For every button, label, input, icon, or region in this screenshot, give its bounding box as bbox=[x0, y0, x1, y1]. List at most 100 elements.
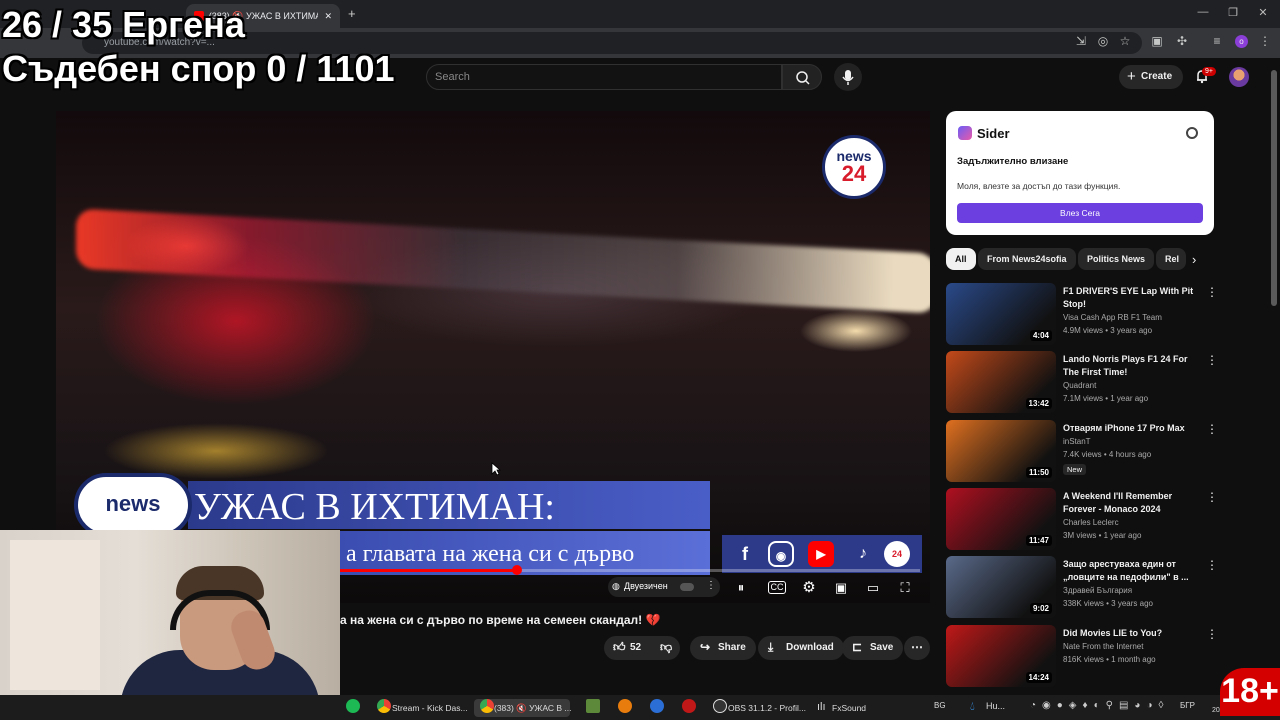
close-window-button[interactable]: ✕ bbox=[1256, 6, 1270, 19]
chip-from-channel[interactable]: From News24sofia bbox=[978, 248, 1076, 270]
download-button[interactable]: ⤓ Download bbox=[758, 636, 844, 660]
channel-name[interactable]: inStanT bbox=[1063, 437, 1091, 446]
channel-name[interactable]: Visa Cash App RB F1 Team bbox=[1063, 313, 1162, 322]
weather-label[interactable]: Hu... bbox=[986, 701, 1005, 711]
keyboard-layout[interactable]: БГР bbox=[1180, 701, 1195, 710]
sider-login-button[interactable]: Влез Сега bbox=[957, 203, 1203, 223]
video-meta: 816K views • 1 month ago bbox=[1063, 655, 1156, 664]
bookmark-icon: ⊏ bbox=[852, 640, 863, 654]
extension-icon[interactable]: ▣ bbox=[1150, 34, 1164, 48]
chips-next-icon[interactable]: › bbox=[1192, 252, 1196, 267]
subtitle-text: а главата на жена си с дърво bbox=[346, 541, 635, 567]
channel-name[interactable]: Charles Leclerc bbox=[1063, 518, 1119, 527]
video-more-options-icon[interactable]: ⋮ bbox=[1206, 490, 1218, 504]
save-button[interactable]: ⊏ Save bbox=[842, 636, 904, 660]
chip-related[interactable]: Rel bbox=[1156, 248, 1186, 270]
dubbing-toggle[interactable]: ◍ Двуезичен ⋮ bbox=[608, 577, 720, 597]
new-tab-button[interactable]: + bbox=[348, 6, 356, 21]
share-icon: ↪ bbox=[700, 640, 711, 654]
video-title-link[interactable]: Did Movies LIE to You? bbox=[1063, 627, 1203, 640]
minimize-window-button[interactable]: — bbox=[1196, 6, 1210, 18]
video-meta: 7.4K views • 4 hours ago bbox=[1063, 450, 1152, 459]
video-title-link[interactable]: Отварям iPhone 17 Pro Max bbox=[1063, 422, 1203, 435]
video-title-link[interactable]: A Weekend I'll Remember Forever - Monaco… bbox=[1063, 490, 1203, 516]
video-more-options-icon[interactable]: ⋮ bbox=[1206, 285, 1218, 299]
search-input[interactable]: Search bbox=[426, 64, 782, 90]
video-more-options-icon[interactable]: ⋮ bbox=[1206, 558, 1218, 572]
chip-politics-news[interactable]: Politics News bbox=[1078, 248, 1155, 270]
video-thumbnail[interactable]: 11:50 bbox=[946, 420, 1056, 482]
maximize-window-button[interactable]: ❐ bbox=[1226, 6, 1240, 19]
channel-name[interactable]: Nate From the Internet bbox=[1063, 642, 1143, 651]
captions-icon[interactable]: CC bbox=[768, 581, 786, 594]
webcam-window-bg bbox=[10, 540, 100, 690]
puzzle-icon[interactable]: ✣ bbox=[1175, 34, 1189, 48]
video-thumbnail[interactable]: 14:24 bbox=[946, 625, 1056, 687]
progress-scrubber[interactable] bbox=[511, 565, 522, 575]
video-title: а на жена си с дърво по време на семеен … bbox=[340, 613, 661, 627]
webcam-overlay bbox=[0, 530, 340, 695]
record-icon[interactable] bbox=[682, 699, 696, 713]
autoplay-toggle-icon[interactable]: ⏸ bbox=[732, 579, 750, 597]
video-thumbnail[interactable]: 9:02 bbox=[946, 556, 1056, 618]
weather-drop-icon: 💧︎ bbox=[970, 699, 975, 713]
video-thumbnail[interactable]: 4:04 bbox=[946, 283, 1056, 345]
like-button[interactable]: 👍︎ 52 👎︎ bbox=[604, 636, 680, 660]
channel-name[interactable]: Quadrant bbox=[1063, 381, 1096, 390]
search-button[interactable] bbox=[782, 64, 822, 90]
video-more-options-icon[interactable]: ⋮ bbox=[1206, 422, 1218, 436]
chip-all[interactable]: All bbox=[946, 248, 976, 270]
profile-icon[interactable]: o bbox=[1235, 35, 1248, 48]
create-button[interactable]: + Create bbox=[1119, 65, 1183, 89]
video-thumbnail[interactable]: 13:42 bbox=[946, 351, 1056, 413]
video-more-options-icon[interactable]: ⋮ bbox=[1206, 627, 1218, 641]
dub-more-icon[interactable]: ⋮ bbox=[706, 580, 716, 591]
blender-icon[interactable] bbox=[618, 699, 632, 713]
more-actions-button[interactable]: ⋯ bbox=[904, 636, 930, 660]
input-language-indicator[interactable]: BG bbox=[934, 701, 946, 710]
recommended-video[interactable]: 11:50 Отварям iPhone 17 Pro Max inStanT 7.4… bbox=[946, 420, 1218, 484]
system-tray-icons[interactable]: ◔◉●◈♦◐⚲▤◕◑◊ bbox=[1030, 700, 1169, 711]
video-title-link[interactable]: Lando Norris Plays F1 24 For The First T… bbox=[1063, 353, 1203, 379]
install-app-icon[interactable]: ⇲ bbox=[1074, 34, 1088, 48]
channel-name[interactable]: Здравей България bbox=[1063, 586, 1132, 595]
voice-search-button[interactable] bbox=[834, 63, 862, 91]
create-label: Create bbox=[1141, 71, 1173, 82]
thumbs-up-icon: 👍︎ bbox=[613, 640, 626, 654]
account-avatar[interactable] bbox=[1229, 67, 1249, 87]
tab-close-icon[interactable]: ✕ bbox=[324, 11, 332, 22]
miniplayer-icon[interactable]: ▣ bbox=[832, 579, 850, 597]
browser-menu-icon[interactable]: ⋮ bbox=[1258, 34, 1272, 48]
bookmark-star-icon[interactable]: ☆ bbox=[1118, 34, 1132, 48]
recommended-video[interactable]: 11:47 A Weekend I'll Remember Forever - M… bbox=[946, 488, 1218, 552]
like-count: 52 bbox=[630, 642, 642, 653]
video-duration: 14:24 bbox=[1025, 672, 1052, 683]
video-more-options-icon[interactable]: ⋮ bbox=[1206, 353, 1218, 367]
progress-bar[interactable] bbox=[340, 565, 920, 575]
eye-off-icon[interactable]: ◎ bbox=[1096, 34, 1110, 48]
theater-mode-icon[interactable]: ▭ bbox=[864, 579, 882, 597]
obs-icon bbox=[713, 699, 727, 713]
thumbs-down-icon[interactable]: 👎︎ bbox=[660, 640, 672, 655]
fullscreen-icon[interactable]: ⛶ bbox=[896, 579, 914, 597]
share-button[interactable]: ↪ Share bbox=[690, 636, 756, 660]
recommended-video[interactable]: 9:02 Защо арестуваха един от „ловците на … bbox=[946, 556, 1218, 620]
reading-list-icon[interactable]: ≡ bbox=[1210, 34, 1224, 48]
news24-small-icon: 24 bbox=[884, 541, 910, 567]
app-icon[interactable] bbox=[650, 699, 664, 713]
recommended-video[interactable]: 14:24 Did Movies LIE to You? Nate From the… bbox=[946, 625, 1218, 689]
recommended-video[interactable]: 13:42 Lando Norris Plays F1 24 For The Fi… bbox=[946, 351, 1218, 415]
page-scrollbar[interactable] bbox=[1271, 70, 1277, 306]
download-label: Download bbox=[786, 642, 834, 653]
video-thumbnail[interactable]: 11:47 bbox=[946, 488, 1056, 550]
settings-gear-icon[interactable]: ⚙ bbox=[800, 579, 818, 597]
sider-settings-icon[interactable] bbox=[1186, 127, 1198, 139]
minecraft-icon[interactable] bbox=[586, 699, 600, 713]
sider-heading: Задължително влизане bbox=[957, 156, 1069, 167]
spotify-icon[interactable] bbox=[346, 699, 360, 713]
dubbing-switch[interactable] bbox=[680, 583, 694, 591]
notification-count-badge: 9+ bbox=[1202, 67, 1216, 76]
video-title-link[interactable]: Защо арестуваха един от „ловците на педо… bbox=[1063, 558, 1203, 584]
video-title-link[interactable]: F1 DRIVER'S EYE Lap With Pit Stop! bbox=[1063, 285, 1203, 311]
recommended-video[interactable]: 4:04 F1 DRIVER'S EYE Lap With Pit Stop! Vi… bbox=[946, 283, 1218, 347]
